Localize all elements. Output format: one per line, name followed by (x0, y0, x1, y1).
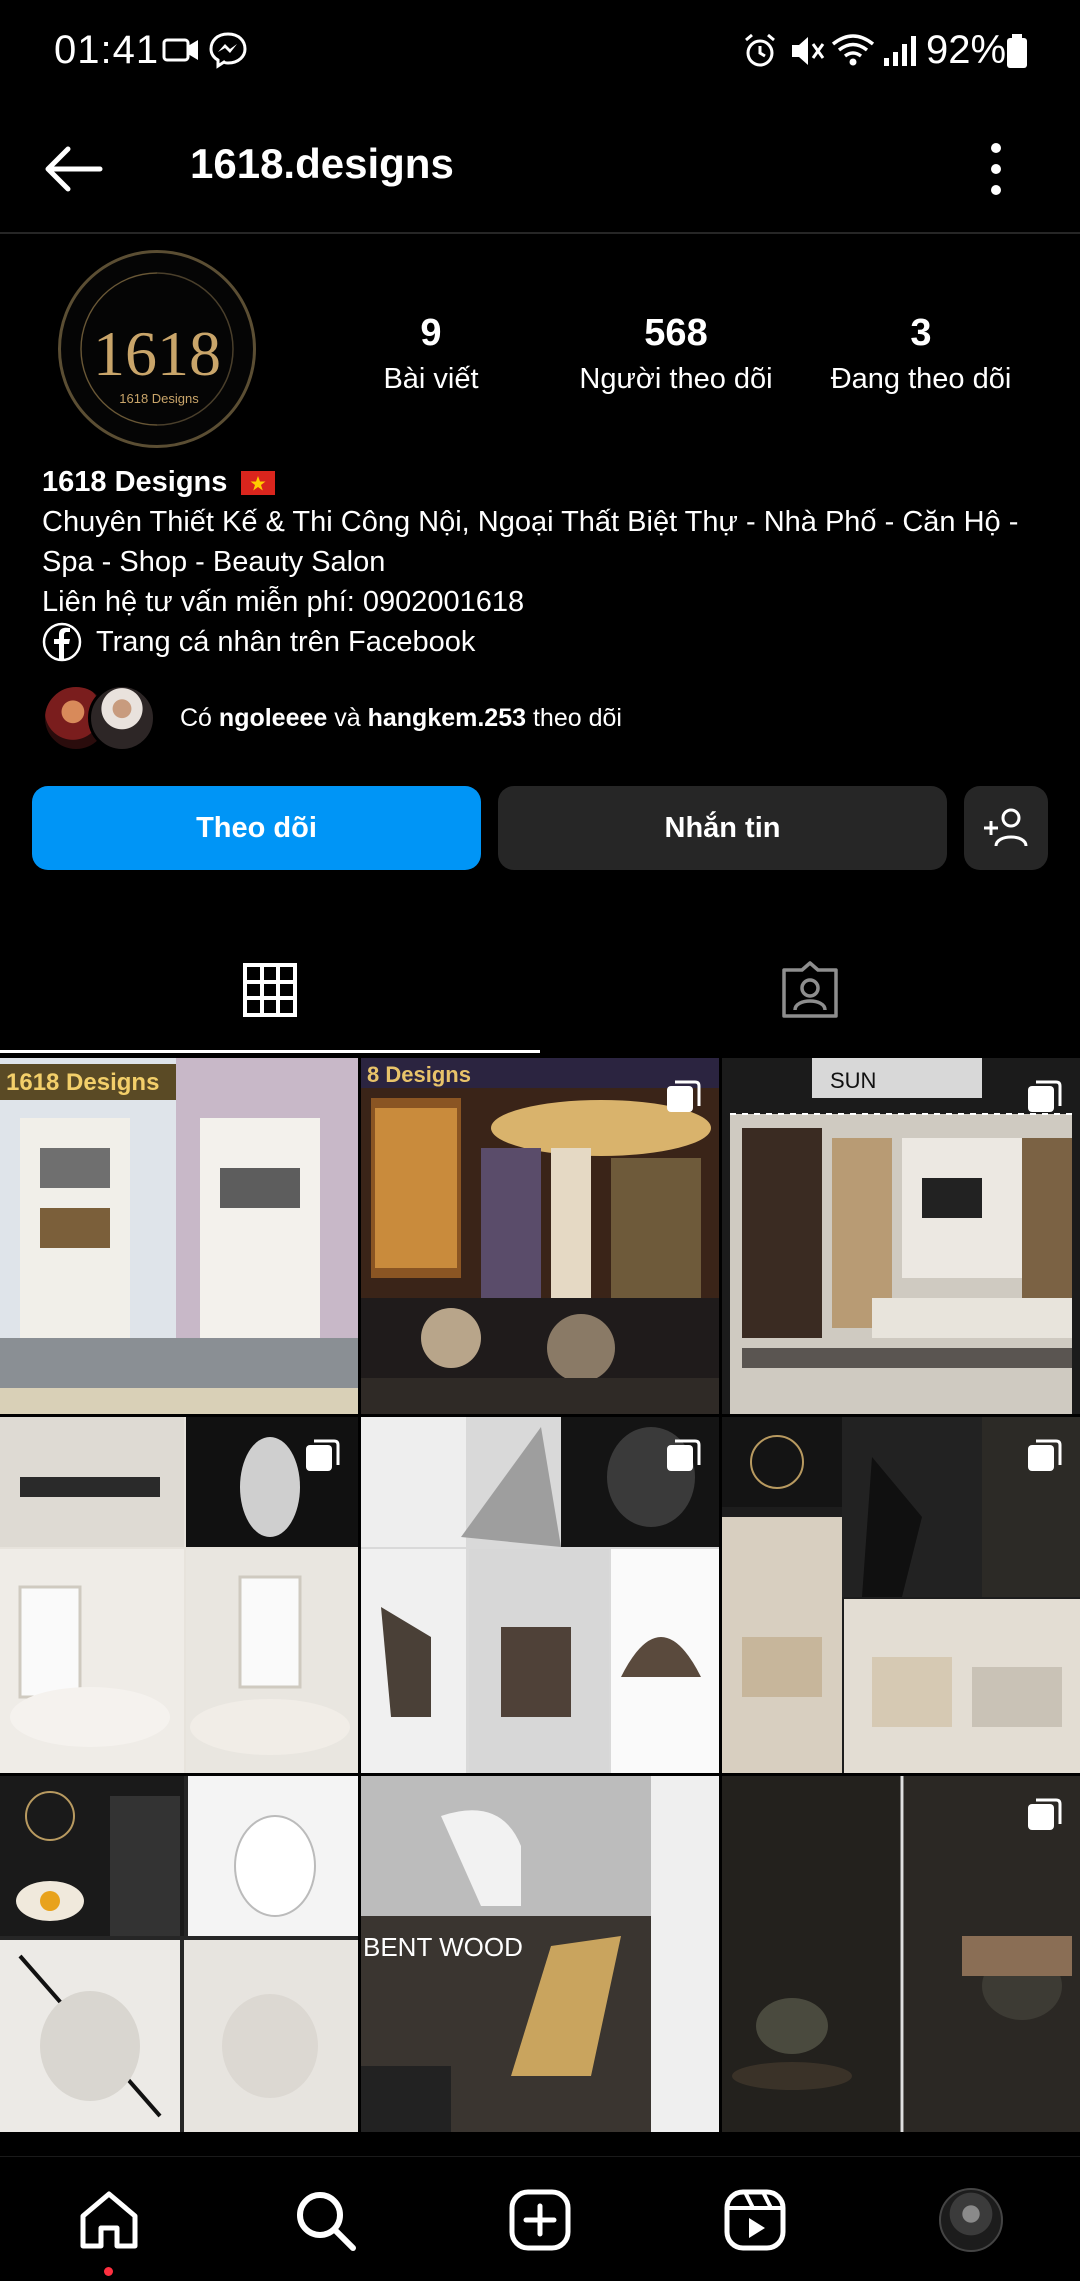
suggest-users-button[interactable] (964, 786, 1048, 870)
multiple-photos-icon (306, 1439, 340, 1471)
display-name: 1618 Designs (42, 466, 228, 498)
stat-posts[interactable]: 9 Bài viết (316, 308, 546, 400)
mutual-follower-name: ngoleeee (218, 703, 328, 732)
status-time: 01:41 (54, 28, 160, 72)
post-thumbnail[interactable] (0, 1776, 358, 2132)
facebook-link-text: Trang cá nhân trên Facebook (96, 626, 476, 658)
profile-avatar-icon (939, 2188, 1003, 2252)
profile-tabs (0, 930, 1080, 1054)
stat-following[interactable]: 3 Đang theo dõi (806, 308, 1036, 400)
status-bar: 01:41 92% (0, 0, 1080, 104)
signal-icon (884, 36, 916, 66)
facebook-link[interactable]: Trang cá nhân trên Facebook (42, 622, 1042, 662)
multiple-photos-icon (1028, 1080, 1062, 1112)
tab-posts-grid[interactable] (0, 930, 540, 1050)
post-caption-text: BENT WOOD (363, 1932, 523, 1962)
multiple-photos-icon (667, 1080, 701, 1112)
post-thumbnail[interactable] (722, 1776, 1080, 2132)
avatar-logo-number: 1618 (93, 318, 221, 389)
bottom-navigation (0, 2156, 1080, 2281)
post-thumbnail[interactable]: SUN (722, 1058, 1080, 1414)
message-button[interactable]: Nhắn tin (498, 786, 947, 870)
post-thumbnail[interactable] (361, 1417, 719, 1773)
stat-following-label: Đang theo dõi (830, 363, 1012, 395)
alarm-icon (745, 33, 775, 67)
post-thumbnail[interactable]: 8 Designs (361, 1058, 719, 1414)
profile-avatar[interactable]: 1618 1618 Designs (58, 250, 256, 448)
wifi-icon (831, 34, 875, 66)
mutual-follower-name: hangkem.253 (367, 703, 527, 732)
bio-description: Chuyên Thiết Kế & Thi Công Nội, Ngoại Th… (42, 506, 1019, 578)
facebook-icon (42, 622, 82, 662)
vibrate-icon (792, 37, 825, 65)
stat-followers[interactable]: 568 Người theo dõi (561, 308, 791, 400)
avatar-logo-caption: 1618 Designs (119, 391, 199, 406)
add-post-icon (509, 2189, 571, 2251)
back-arrow-icon[interactable] (40, 134, 110, 204)
more-options-icon[interactable] (966, 134, 1026, 204)
nav-profile[interactable] (936, 2185, 1006, 2255)
profile-header: 1618.designs (0, 104, 1080, 234)
follow-button[interactable]: Theo dõi (32, 786, 481, 870)
battery-icon (1007, 34, 1027, 68)
post-thumbnail[interactable]: 1618 Designs (0, 1058, 358, 1414)
multiple-photos-icon (1028, 1798, 1062, 1830)
active-tab-indicator (0, 1050, 540, 1053)
video-call-icon (162, 38, 198, 62)
nav-search[interactable] (290, 2185, 360, 2255)
bio-contact: Liên hệ tư vấn miễn phí: 0902001618 (42, 586, 525, 618)
reels-icon (724, 2189, 786, 2251)
stat-followers-label: Người theo dõi (579, 363, 773, 395)
nav-home[interactable] (74, 2185, 144, 2255)
stat-following-value: 3 (910, 312, 932, 354)
brand-logo: 1618 1618 Designs (80, 272, 234, 426)
home-icon (80, 2191, 138, 2249)
nav-reels[interactable] (720, 2185, 790, 2255)
tab-tagged[interactable] (540, 930, 1080, 1050)
profile-bio: 1618 Designs Chuyên Thiết Kế & Thi Công … (42, 462, 1042, 662)
add-person-icon (984, 808, 1028, 847)
post-thumbnail[interactable]: BENT WOOD (361, 1776, 719, 2132)
vietnam-flag-icon (241, 471, 276, 496)
home-notification-dot (104, 2267, 113, 2276)
post-caption-text: SUN (830, 1068, 876, 1093)
post-thumbnail[interactable] (0, 1417, 358, 1773)
mutual-followers-text: Có ngoleeee và hangkem.253 theo dõi (180, 703, 622, 732)
stat-posts-value: 9 (420, 312, 442, 354)
header-username: 1618.designs (190, 140, 454, 187)
multiple-photos-icon (667, 1439, 701, 1471)
messenger-icon (209, 32, 247, 69)
battery-percent: 92% (926, 28, 1007, 72)
search-icon (297, 2192, 356, 2251)
post-thumbnail[interactable] (722, 1417, 1080, 1773)
nav-create[interactable] (505, 2185, 575, 2255)
tagged-person-icon (782, 961, 838, 1018)
mutual-followers[interactable]: Có ngoleeee và hangkem.253 theo dõi (42, 680, 1042, 756)
stat-followers-value: 568 (644, 312, 708, 354)
post-caption-text: 1618 Designs (6, 1069, 159, 1096)
post-caption-text: 8 Designs (367, 1062, 471, 1087)
stat-posts-label: Bài viết (383, 363, 479, 395)
mutual-follower-avatar (88, 684, 156, 752)
grid-icon (243, 963, 297, 1017)
multiple-photos-icon (1028, 1439, 1062, 1471)
